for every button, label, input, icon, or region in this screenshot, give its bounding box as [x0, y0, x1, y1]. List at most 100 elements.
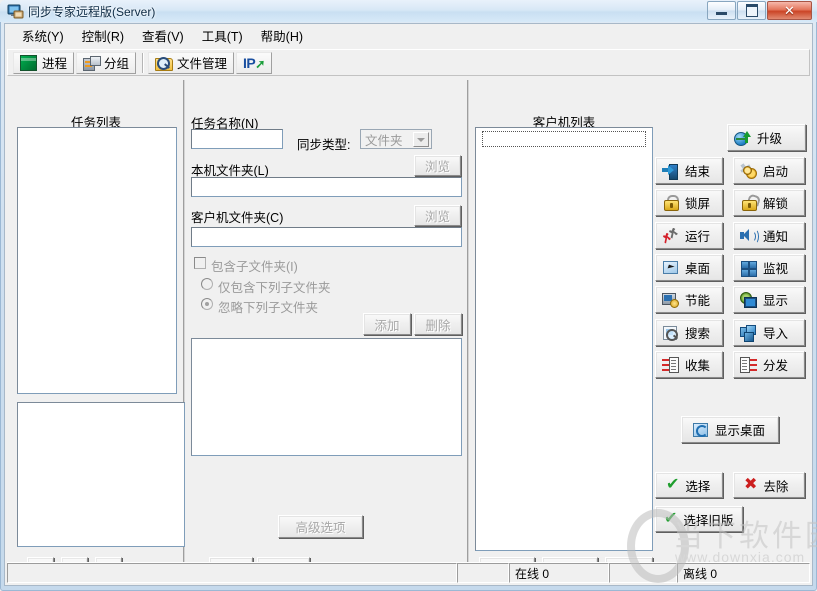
- sync-type-select[interactable]: 文件夹: [360, 129, 432, 149]
- end-label: 结束: [685, 165, 711, 179]
- end-icon: [662, 163, 679, 180]
- status-spacer-1: [457, 563, 509, 583]
- menu-control[interactable]: 控制(R): [73, 24, 133, 47]
- show-desktop-button[interactable]: 显示桌面: [681, 416, 779, 443]
- distribute-button[interactable]: 分发: [733, 351, 805, 378]
- add-subfolder-button[interactable]: 添加: [363, 313, 411, 335]
- display-button[interactable]: 显示: [733, 286, 805, 313]
- task-detail-box[interactable]: [17, 402, 185, 547]
- upgrade-label: 升级: [757, 132, 783, 146]
- desktop-label: 桌面: [685, 262, 711, 276]
- collect-label: 收集: [685, 359, 711, 373]
- menu-tools[interactable]: 工具(T): [193, 24, 252, 47]
- unlock-button[interactable]: 解锁: [733, 189, 805, 216]
- toolbar-group-button[interactable]: 分组: [76, 51, 137, 74]
- client-list-box[interactable]: [475, 127, 653, 551]
- toolbar-ip-button[interactable]: IP➚: [236, 51, 272, 74]
- distribute-label: 分发: [763, 359, 789, 373]
- start-icon: [740, 163, 757, 179]
- task-name-input[interactable]: [191, 129, 283, 149]
- notify-button[interactable]: 通知: [733, 222, 805, 249]
- energy-saving-label: 节能: [685, 294, 711, 308]
- application-window: 同步专家远程版(Server) ✕ 系统(Y) 控制(R) 查看(V) 工具(T…: [0, 0, 817, 591]
- energy-saving-button[interactable]: 节能: [655, 286, 723, 313]
- run-button[interactable]: 运行: [655, 222, 723, 249]
- radio-only-listed[interactable]: [201, 278, 213, 290]
- toolbar-process-label: 进程: [42, 57, 68, 71]
- minimize-button[interactable]: [707, 1, 736, 20]
- upgrade-button[interactable]: 升级: [727, 124, 806, 151]
- collect-button[interactable]: 收集: [655, 351, 723, 378]
- cross-icon: ✖: [744, 476, 758, 493]
- delete-subfolder-button[interactable]: 删除: [414, 313, 462, 335]
- lock-screen-button[interactable]: 锁屏: [655, 189, 723, 216]
- import-button[interactable]: 导入: [733, 319, 805, 346]
- client-folder-input[interactable]: [191, 227, 462, 247]
- status-spacer-2: [609, 563, 677, 583]
- local-browse-button[interactable]: 浏览: [414, 155, 461, 176]
- close-icon: ✕: [784, 3, 795, 18]
- monitor-label: 监视: [763, 262, 789, 276]
- radio-only-listed-label: 仅包含下列子文件夹: [218, 281, 331, 295]
- column-divider-right: [467, 80, 469, 578]
- ip-icon: IP➚: [243, 54, 265, 71]
- process-icon: [20, 54, 37, 71]
- desktop-button[interactable]: 桌面: [655, 254, 723, 281]
- maximize-button[interactable]: [737, 1, 766, 20]
- collect-icon: [662, 356, 679, 373]
- window-title: 同步专家远程版(Server): [28, 5, 156, 19]
- lock-screen-label: 锁屏: [685, 197, 711, 211]
- menu-view[interactable]: 查看(V): [133, 24, 193, 47]
- show-desktop-icon: [692, 422, 709, 438]
- notify-icon: [740, 228, 759, 244]
- client-list-focus-rect: [482, 131, 646, 147]
- chevron-down-icon[interactable]: [413, 132, 429, 147]
- file-manager-icon: [155, 56, 174, 71]
- computer-sync-icon: [7, 4, 24, 19]
- notify-label: 通知: [763, 230, 789, 244]
- group-icon: [83, 55, 102, 71]
- import-icon: [740, 324, 757, 342]
- select-old-version-button[interactable]: ✔ 选择旧版: [655, 506, 743, 532]
- select-button[interactable]: ✔ 选择: [655, 472, 723, 498]
- start-button[interactable]: 启动: [733, 157, 805, 184]
- display-label: 显示: [763, 294, 789, 308]
- end-button[interactable]: 结束: [655, 157, 723, 184]
- title-bar[interactable]: 同步专家远程版(Server) ✕: [0, 0, 817, 22]
- include-subfolders-checkbox[interactable]: [194, 257, 206, 269]
- subfolder-list-box[interactable]: [191, 338, 462, 456]
- toolbar-process-button[interactable]: 进程: [13, 51, 75, 74]
- status-offline: 离线 0: [677, 563, 810, 583]
- import-label: 导入: [763, 327, 789, 341]
- remove-button[interactable]: ✖ 去除: [733, 472, 805, 498]
- unlock-label: 解锁: [763, 197, 789, 211]
- close-button[interactable]: ✕: [767, 1, 812, 20]
- upgrade-icon: [734, 130, 751, 146]
- maximize-icon: [738, 2, 765, 19]
- lock-icon: [662, 194, 679, 211]
- check-icon-old: ✔: [664, 510, 678, 527]
- show-desktop-label: 显示桌面: [715, 424, 766, 438]
- menu-system[interactable]: 系统(Y): [13, 24, 73, 47]
- toolbar-file-manager-button[interactable]: 文件管理: [148, 51, 235, 74]
- desktop-icon: [662, 260, 679, 276]
- client-browse-button[interactable]: 浏览: [414, 205, 461, 226]
- include-subfolders-label: 包含子文件夹(I): [211, 260, 298, 274]
- local-folder-input[interactable]: [191, 177, 462, 197]
- client-area: 系统(Y) 控制(R) 查看(V) 工具(T) 帮助(H) 进程 分组 文件管理: [4, 23, 813, 586]
- radio-ignore-listed[interactable]: [201, 298, 213, 310]
- start-label: 启动: [763, 165, 789, 179]
- search-label: 搜索: [685, 327, 711, 341]
- toolbar-file-manager-label: 文件管理: [177, 57, 228, 71]
- sync-type-value: 文件夹: [365, 133, 403, 148]
- advanced-options-button[interactable]: 高级选项: [278, 515, 363, 538]
- menu-help[interactable]: 帮助(H): [252, 24, 312, 47]
- client-folder-label: 客户机文件夹(C): [191, 211, 284, 225]
- minimize-icon: [708, 2, 735, 19]
- monitor-button[interactable]: 监视: [733, 254, 805, 281]
- task-list-box[interactable]: [17, 127, 177, 394]
- select-label: 选择: [685, 479, 711, 494]
- caption-buttons: ✕: [707, 1, 812, 20]
- remove-label: 去除: [763, 479, 789, 494]
- search-button[interactable]: 搜索: [655, 319, 723, 346]
